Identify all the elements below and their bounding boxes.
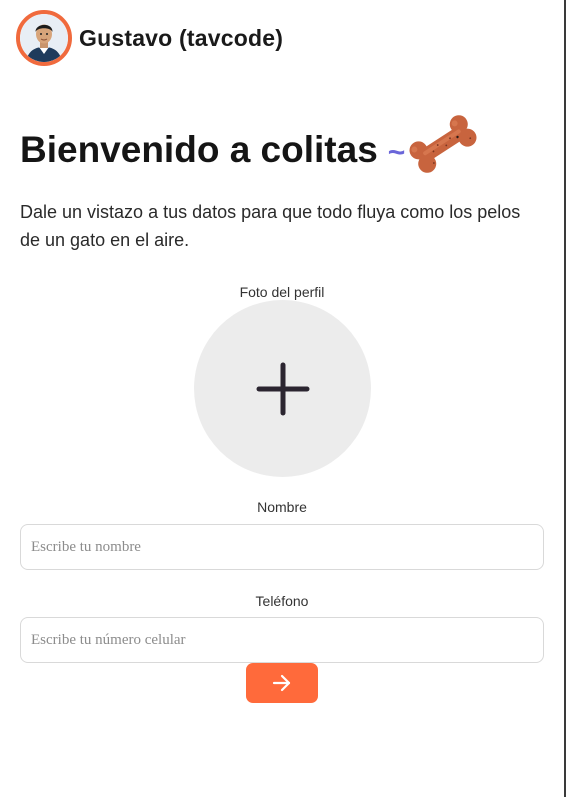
header: Gustavo (tavcode) [16, 10, 283, 66]
app-frame: Gustavo (tavcode) Bienvenido a colitas ~ [0, 0, 566, 797]
page-title: Bienvenido a colitas [20, 128, 378, 170]
avatar[interactable] [16, 10, 72, 66]
next-button[interactable] [246, 663, 318, 703]
welcome-title-row: Bienvenido a colitas ~ [20, 115, 481, 181]
profile-photo-label: Foto del perfil [239, 284, 325, 300]
welcome-subtitle: Dale un vistazo a tus datos para que tod… [20, 202, 521, 250]
arrow-right-icon [272, 674, 291, 692]
plus-icon [256, 362, 309, 415]
dog-bone-icon [405, 112, 481, 181]
name-input[interactable] [20, 524, 544, 570]
username: Gustavo (tavcode) [79, 24, 284, 51]
phone-label: Teléfono [255, 593, 309, 609]
user-photo-icon [20, 14, 68, 62]
name-label: Nombre [257, 499, 307, 515]
phone-input[interactable] [20, 617, 544, 663]
tilde-decoration: ~ [387, 135, 406, 169]
profile-photo-upload[interactable] [194, 300, 371, 477]
